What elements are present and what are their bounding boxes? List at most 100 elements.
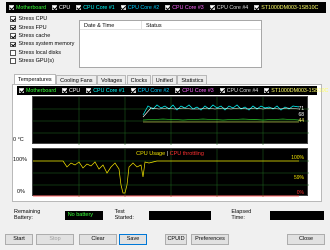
usage-right-mid: 59% <box>293 175 304 181</box>
checkbox-icon[interactable] <box>86 88 92 93</box>
tab-cooling-fans[interactable]: Cooling Fans <box>56 75 97 84</box>
motherboard-temp-trace <box>142 118 300 121</box>
temperature-legend-item[interactable]: CPU Core #4 <box>219 87 259 94</box>
cpu-temp-trace <box>142 107 300 118</box>
log-table-header: Date & Time Status <box>80 21 261 30</box>
checkbox-icon[interactable] <box>76 5 82 10</box>
sensor-legend-item[interactable]: CPU Core #4 <box>209 4 249 11</box>
stop-button[interactable]: Stop <box>36 234 74 245</box>
sensor-legend: Motherboard CPU CPU Core #1 CPU Core #2 CPU … <box>6 2 326 13</box>
temperature-graph: 100 °C 0 °C 71 68 44 <box>13 96 309 145</box>
temperature-legend-item[interactable]: CPU Core #1 <box>86 88 125 94</box>
tab-voltages[interactable]: Voltages <box>97 75 127 84</box>
temperature-legend-label: CPU <box>69 87 81 94</box>
log-col-status[interactable]: Status <box>142 21 166 29</box>
temperature-graph-canvas <box>33 97 309 145</box>
usage-right-top: 100% <box>291 155 304 161</box>
stress-option-label: Stress local disks <box>18 49 62 56</box>
stress-option[interactable]: Stress cache <box>10 32 80 40</box>
temperature-legend-label: CPU Core #2 <box>137 87 170 94</box>
checkbox-icon[interactable] <box>219 88 225 93</box>
temperature-legend-item[interactable]: CPU <box>62 88 80 94</box>
cpu-usage-title-separator: | <box>166 151 169 157</box>
usage-right-bottom: 0% <box>296 190 304 196</box>
stress-option[interactable]: Stress CPU <box>10 15 80 23</box>
sensor-legend-label: Motherboard <box>16 4 47 11</box>
checkbox-icon[interactable] <box>165 5 171 10</box>
sensor-legend-item[interactable]: ST1000DM003-1SB10C <box>254 5 318 11</box>
stress-option-label: Stress CPU <box>18 16 48 23</box>
sensor-legend-item[interactable]: CPU <box>52 5 70 11</box>
cpuid-button[interactable]: CPUID <box>165 234 187 245</box>
clear-button[interactable]: Clear <box>79 234 117 245</box>
temperature-legend: Motherboard CPU CPU Core #1 CPU Core #2 CPU … <box>17 86 328 95</box>
test-started-value <box>149 210 212 220</box>
checkbox-icon[interactable] <box>10 50 16 56</box>
stress-option-label: Stress system memory <box>18 41 75 48</box>
status-row: Remaining Battery: No battery Test Start… <box>14 209 324 221</box>
checkbox-icon[interactable] <box>10 41 16 48</box>
elapsed-time-value <box>270 210 324 220</box>
sensor-legend-label: CPU Core #2 <box>127 4 160 11</box>
tab-temperatures[interactable]: Temperatures <box>14 74 56 84</box>
sensor-legend-label: CPU Core #4 <box>216 4 249 11</box>
checkbox-icon[interactable] <box>254 5 260 10</box>
checkbox-icon[interactable] <box>10 16 16 22</box>
remaining-battery-label: Remaining Battery: <box>14 209 41 221</box>
usage-y-top: 100% <box>13 157 28 163</box>
temperature-legend-item[interactable]: CPU Core #2 <box>130 87 170 94</box>
usage-y-bottom: 0% <box>17 189 25 195</box>
start-button[interactable]: Start <box>5 234 33 245</box>
temperature-legend-item[interactable]: ST1000DM003-1SB10C <box>264 88 328 94</box>
checkbox-icon[interactable] <box>10 24 16 31</box>
checkbox-icon[interactable] <box>9 5 14 10</box>
stress-option[interactable]: Stress GPU(s) <box>10 57 80 65</box>
sensor-legend-item[interactable]: CPU Core #1 <box>76 5 115 11</box>
stress-option[interactable]: Stress local disks <box>10 49 80 57</box>
sensor-legend-item[interactable]: Motherboard <box>9 5 46 11</box>
sensor-legend-label: CPU <box>59 4 71 11</box>
checkbox-icon[interactable] <box>175 88 181 93</box>
checkbox-icon[interactable] <box>10 58 16 64</box>
tab-statistics[interactable]: Statistics <box>177 75 208 84</box>
temp-value-3: 44 <box>298 118 304 124</box>
preferences-button[interactable]: Preferences <box>191 234 229 245</box>
temp-y-bottom: 0 °C <box>13 137 24 143</box>
checkbox-icon[interactable] <box>62 88 68 93</box>
temperature-legend-label: Motherboard <box>26 87 57 94</box>
cpu-usage-trace <box>33 160 299 194</box>
stress-option-label: Stress FPU <box>18 24 47 31</box>
checkbox-icon[interactable] <box>52 5 58 10</box>
log-col-date[interactable]: Date & Time <box>80 21 142 29</box>
stress-option[interactable]: Stress system memory <box>10 40 80 48</box>
temp-y-top: 100 °C <box>13 97 30 103</box>
sensor-legend-item[interactable]: CPU Core #3 <box>165 5 204 11</box>
temperature-legend-item[interactable]: Motherboard <box>19 88 56 94</box>
checkbox-icon[interactable] <box>10 33 16 39</box>
checkbox-icon[interactable] <box>19 88 24 93</box>
tab-clocks[interactable]: Clocks <box>126 75 152 84</box>
stress-option-label: Stress cache <box>18 32 51 39</box>
sensor-legend-label: CPU Core #3 <box>172 4 204 11</box>
checkbox-icon[interactable] <box>130 88 136 93</box>
close-button[interactable]: Close <box>287 234 325 245</box>
cpu-usage-title: CPU Usage | CPU throttling <box>33 151 307 157</box>
sensor-legend-item[interactable]: CPU Core #2 <box>120 4 160 11</box>
checkbox-icon[interactable] <box>264 88 270 93</box>
temperature-legend-label: ST1000DM003-1SB10C <box>271 87 329 94</box>
cpu-usage-title-label: CPU Usage <box>136 151 166 157</box>
sensor-legend-label: ST1000DM003-1SB10C <box>261 4 319 11</box>
stress-option-label: Stress GPU(s) <box>18 58 54 65</box>
temperature-legend-label: CPU Core #3 <box>182 87 214 94</box>
temperature-legend-item[interactable]: CPU Core #3 <box>175 88 214 94</box>
stress-options: Stress CPU Stress FPU Stress cache Stress s… <box>10 15 80 65</box>
cpu-usage-graph: CPU Usage | CPU throttling 100% 0% 100% … <box>13 148 309 197</box>
temperature-legend-label: CPU Core #4 <box>226 87 259 94</box>
remaining-battery-value: No battery <box>64 210 103 220</box>
log-table: Date & Time Status <box>79 20 262 68</box>
stress-option[interactable]: Stress FPU <box>10 23 80 31</box>
save-button[interactable]: Save <box>119 234 147 245</box>
checkbox-icon[interactable] <box>120 5 126 10</box>
tab-unified[interactable]: Unified <box>151 75 177 84</box>
checkbox-icon[interactable] <box>209 5 215 10</box>
